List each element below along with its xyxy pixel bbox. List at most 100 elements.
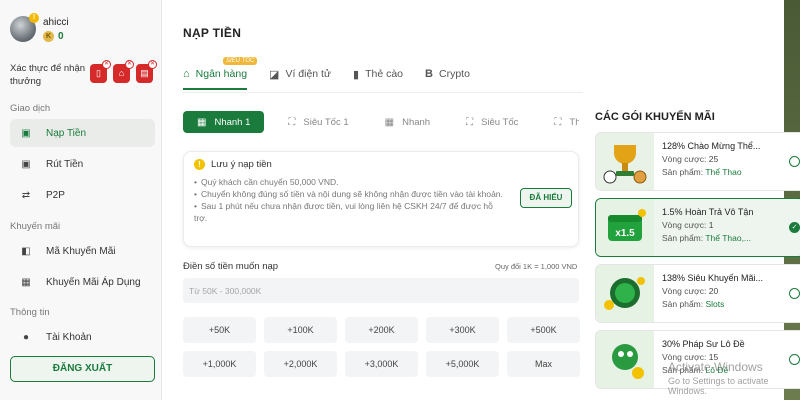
quick-amount-button[interactable]: +100K: [264, 317, 337, 343]
max-amount-button[interactable]: Max: [507, 351, 580, 377]
sidebar-item-applied-promos[interactable]: ▦ Khuyến Mãi Áp Dụng: [10, 268, 155, 296]
logout-button[interactable]: ĐĂNG XUẤT: [10, 356, 155, 382]
tab-badge: SIÊU TỐC: [223, 57, 258, 65]
coin-balance: K 0: [43, 30, 69, 42]
product-label: Sản phẩm:: [662, 167, 704, 177]
scan-icon: ⛶: [466, 116, 474, 128]
method-sieu-toc[interactable]: ⛶ Siêu Tốc: [454, 111, 530, 133]
notice-item: Sau 1 phút nếu chưa nhận được tiền, vui …: [194, 200, 504, 224]
quick-amount-button[interactable]: +3,000K: [345, 351, 418, 377]
promo-card-selected[interactable]: x1.5 1.5% Hoàn Trả Vô Tận Vòng cược: 1 S…: [595, 198, 800, 257]
verify-label: Xác thực để nhận thưởng: [10, 63, 86, 87]
promo-name: 1.5% Hoàn Trả Vô Tận: [662, 207, 754, 217]
tab-label: Thẻ cào: [365, 68, 404, 80]
tab-crypto[interactable]: B Crypto: [425, 60, 470, 88]
promo-info: 1.5% Hoàn Trả Vô Tận Vòng cược: 1 Sản ph…: [662, 206, 782, 245]
method-nhanh-1[interactable]: ▦ Nhanh 1: [183, 111, 265, 133]
promo-name: 30% Pháp Sư Lô Đề: [662, 339, 745, 349]
product-label: Sản phẩm:: [662, 299, 704, 309]
quick-amount-button[interactable]: +200K: [345, 317, 418, 343]
quick-amount-button[interactable]: +1,000K: [183, 351, 256, 377]
understood-button[interactable]: ĐÃ HIỂU: [520, 188, 572, 208]
notice-title: ! Lưu ý nạp tiền: [194, 159, 272, 170]
promo-radio[interactable]: [789, 288, 800, 299]
tab-label: Crypto: [438, 68, 470, 80]
section-transactions: Giao dịch: [10, 103, 51, 114]
tab-label: Ví điện tử: [285, 68, 332, 80]
watermark-line-2: Go to Settings to activate Windows.: [668, 376, 769, 396]
quick-amount-button[interactable]: +2,000K: [264, 351, 337, 377]
rounds-value: 20: [708, 286, 719, 296]
rounds-value: 1: [708, 220, 714, 230]
quick-amount-button[interactable]: +500K: [507, 317, 580, 343]
sidebar-item-label: Khuyến Mãi Áp Dụng: [46, 276, 141, 288]
verify-icons: ▯ ✕ ⌂ ✕ ▤ ✕: [90, 60, 157, 83]
promo-info: 128% Chào Mừng Thể... Vòng cược: 25 Sản …: [662, 140, 782, 179]
tabs-divider: [183, 92, 583, 93]
svg-text:x1.5: x1.5: [615, 228, 635, 239]
coin-icon: K: [43, 30, 54, 42]
watermark-line-1: Activate Windows: [668, 360, 763, 374]
amount-label: Điền số tiền muốn nạp: [183, 261, 279, 272]
section-info: Thông tin: [10, 307, 50, 318]
promo-radio[interactable]: [789, 156, 800, 167]
close-icon: ✕: [125, 60, 134, 69]
trophy-icon: [596, 133, 654, 190]
rounds-label: Vòng cược:: [662, 286, 707, 296]
sidebar-item-deposit[interactable]: ▣ Nạp Tiền: [10, 119, 155, 147]
sidebar: ! ahicci K 0 Xác thực để nhận thưởng ▯ ✕ …: [0, 0, 162, 400]
profile[interactable]: ! ahicci K 0: [10, 13, 69, 42]
tab-scratch-card[interactable]: ▮ Thẻ cào: [353, 60, 403, 88]
card-icon: ▮: [353, 68, 360, 81]
activate-windows-watermark: Activate Windows Go to Settings to activ…: [668, 360, 800, 396]
cashback-icon: x1.5: [596, 199, 654, 256]
warning-icon: !: [194, 159, 205, 170]
deposit-icon: ▣: [21, 127, 31, 139]
tab-ewallet[interactable]: ◪ Ví điện tử: [269, 60, 331, 88]
username: ahicci: [43, 16, 69, 28]
section-promotions: Khuyến mãi: [10, 221, 61, 232]
page-title: NẠP TIỀN: [183, 26, 242, 40]
user-icon: ●: [22, 331, 30, 343]
promo-card[interactable]: 128% Chào Mừng Thể... Vòng cược: 25 Sản …: [595, 132, 800, 191]
method-label: Nhanh: [402, 116, 431, 128]
p2p-icon: ⇄: [21, 189, 31, 201]
sidebar-item-p2p[interactable]: ⇄ P2P: [10, 181, 155, 209]
tab-label: Ngân hàng: [195, 68, 248, 80]
notice-title-text: Lưu ý nạp tiền: [211, 159, 272, 170]
sidebar-item-label: Rút Tiền: [46, 158, 84, 170]
deposit-notice: ! Lưu ý nạp tiền Quý khách cần chuyển 50…: [183, 151, 579, 247]
avatar[interactable]: !: [10, 13, 39, 42]
notice-item: Chuyển không đúng số tiền và nội dung sẽ…: [194, 188, 504, 200]
sidebar-item-label: Mã Khuyến Mãi: [46, 245, 116, 257]
quick-amount-button[interactable]: +50K: [183, 317, 256, 343]
method-label: Siêu Tốc: [481, 116, 519, 128]
product-value: Thể Thao: [705, 167, 742, 177]
method-than-toc[interactable]: ⛶ Thần T: [542, 111, 579, 133]
method-label: Nhanh 1: [214, 116, 251, 128]
sidebar-item-account[interactable]: ● Tài Khoản: [10, 323, 155, 351]
tab-bank[interactable]: ⌂ Ngân hàng SIÊU TỐC: [183, 57, 258, 90]
amount-input[interactable]: [183, 278, 579, 303]
sidebar-item-withdraw[interactable]: ▣ Rút Tiền: [10, 150, 155, 178]
wallet-icon: ◪: [269, 68, 280, 81]
promotions-title: CÁC GÓI KHUYẾN MÃI: [595, 111, 715, 123]
promo-radio-checked[interactable]: ✓: [789, 222, 800, 233]
id-verify-icon[interactable]: ▤ ✕: [136, 60, 157, 83]
rounds-label: Vòng cược:: [662, 154, 707, 164]
phone-verify-icon[interactable]: ▯ ✕: [90, 60, 111, 83]
promo-card[interactable]: 138% Siêu Khuyến Mãi... Vòng cược: 20 Sả…: [595, 264, 800, 323]
product-value: Thể Thao,...: [705, 233, 752, 243]
sidebar-item-coupon[interactable]: ◧ Mã Khuyến Mãi: [10, 237, 155, 265]
qr-icon: ▦: [197, 116, 207, 128]
exchange-rate: Quy đổi 1K = 1,000 VND: [495, 262, 578, 271]
bank-verify-icon[interactable]: ⌂ ✕: [113, 60, 134, 83]
notice-list: Quý khách cần chuyển 50,000 VND. Chuyển …: [194, 176, 504, 224]
withdraw-icon: ▣: [21, 158, 31, 170]
close-icon: ✕: [148, 60, 157, 69]
quick-amount-button[interactable]: +300K: [426, 317, 499, 343]
quick-amount-button[interactable]: +5,000K: [426, 351, 499, 377]
method-sieu-toc-1[interactable]: ⛶ Siêu Tốc 1: [276, 111, 360, 133]
method-nhanh[interactable]: ▦ Nhanh: [373, 111, 442, 133]
method-selector: ▦ Nhanh 1 ⛶ Siêu Tốc 1 ▦ Nhanh ⛶ Siêu Tố…: [183, 111, 579, 133]
